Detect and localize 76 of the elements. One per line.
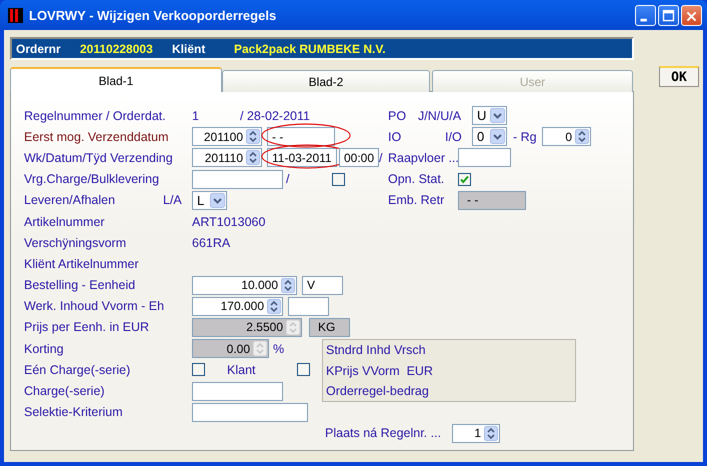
spin-field[interactable]: 201110 [192, 148, 262, 168]
info-label: Stndrd Inhd Vrsch [326, 343, 427, 358]
field-label: Kliënt Artikelnummer [24, 256, 140, 271]
form-text: / [379, 150, 384, 165]
field-label: Prijs per Eenh. in EUR [24, 320, 150, 334]
input-field[interactable] [192, 170, 283, 189]
form-text: Plaats ná Regelnr. ... [325, 426, 442, 440]
form-text: / [286, 172, 290, 186]
input-field[interactable] [192, 382, 283, 401]
header-label: Kliënt [172, 42, 206, 56]
header-value: Pack2pack RUMBEKE N.V. [234, 42, 386, 56]
chevron-down-icon[interactable] [490, 129, 505, 144]
input-field[interactable]: - - [267, 127, 335, 146]
tab[interactable]: Blad-2 [222, 70, 430, 92]
form-text: PO [388, 108, 408, 123]
form-text: J/N/U/A [418, 108, 462, 123]
field-label: Leveren/Afhalen [24, 193, 116, 208]
input-field[interactable]: 11-03-2011 [267, 148, 337, 168]
input-field[interactable]: 00:00 [339, 148, 380, 168]
spinner-arrows-icon[interactable] [575, 129, 589, 144]
form-text: 661RA [192, 236, 232, 250]
checkbox[interactable] [332, 172, 345, 186]
field-label: Eerst mog. Verzenddatum [24, 130, 170, 144]
field-label: Artikelnummer [24, 214, 106, 229]
form-text: / 28-02-2011 [240, 108, 311, 123]
field-label: Regelnummer / Orderdat. [24, 108, 167, 123]
spin-field[interactable]: 201100 [192, 127, 262, 146]
tab[interactable]: Blad-1 [10, 67, 222, 92]
form-text: Emb. Retr [388, 193, 446, 208]
info-label: Orderregel-bedrag [326, 384, 430, 398]
spinner-arrows-icon[interactable] [267, 298, 281, 314]
form-text: ART1013060 [192, 214, 266, 229]
header-label: Ordernr [16, 42, 62, 56]
window-title: LOVRWY - Wijzigen Verkooporderregels [29, 8, 278, 22]
spin-field[interactable]: 0 [542, 127, 591, 146]
spinner-arrows-icon[interactable] [281, 278, 295, 293]
info-label: KPrijs VVorm EUR [326, 364, 434, 378]
spin-field[interactable]: 170.000 [192, 296, 283, 316]
form-text: IO [388, 130, 402, 144]
field-label: Werk. Inhoud Vvorm - Eh [24, 299, 166, 314]
field-label: Korting [24, 342, 65, 356]
input-field[interactable] [458, 148, 511, 168]
input-field[interactable] [288, 296, 329, 316]
spinner-arrows-icon[interactable] [246, 150, 260, 166]
field-label: Vrg.Charge/Bulklevering [24, 172, 160, 186]
field-label: Verschÿningsvorm [24, 236, 128, 250]
field-label: Charge(-serie) [24, 384, 106, 398]
spinner-arrows-icon[interactable] [246, 129, 260, 144]
app-icon [8, 8, 23, 22]
form-text: L/A [163, 193, 183, 208]
dropdown[interactable]: U [472, 106, 507, 126]
checkbox[interactable] [297, 363, 310, 376]
form-text: Raapvloer ... [388, 150, 458, 165]
field-label: Bestelling - Eenheid [24, 278, 136, 292]
spin-field[interactable]: 1 [452, 424, 500, 443]
chevron-down-icon[interactable] [210, 192, 225, 208]
checkbox[interactable] [192, 363, 205, 376]
spinner-arrows-icon[interactable] [484, 426, 498, 441]
dropdown[interactable]: L [192, 190, 227, 210]
chevron-down-icon[interactable] [490, 108, 505, 124]
ok-button[interactable]: OK [659, 66, 699, 87]
field-label: Eén Charge(-serie) [24, 362, 132, 377]
field-label: Selektie-Kriterium [24, 405, 124, 420]
checkbox[interactable] [458, 172, 471, 186]
form-text: Opn. Stat. [388, 172, 446, 186]
input-field[interactable] [192, 402, 308, 422]
form-text: Klant [227, 362, 256, 377]
dropdown[interactable]: 0 [472, 127, 507, 146]
form-text: 1 [192, 108, 200, 123]
form-text: % [273, 342, 286, 356]
spin-field[interactable]: 10.000 [192, 276, 297, 295]
form-text: I/O [445, 130, 463, 144]
form-text: - Rg [513, 130, 538, 144]
input-field[interactable]: V [302, 276, 343, 295]
field-label: Wk/Datum/Tÿd Verzending [24, 150, 174, 165]
header-value: 20110228003 [80, 42, 154, 56]
